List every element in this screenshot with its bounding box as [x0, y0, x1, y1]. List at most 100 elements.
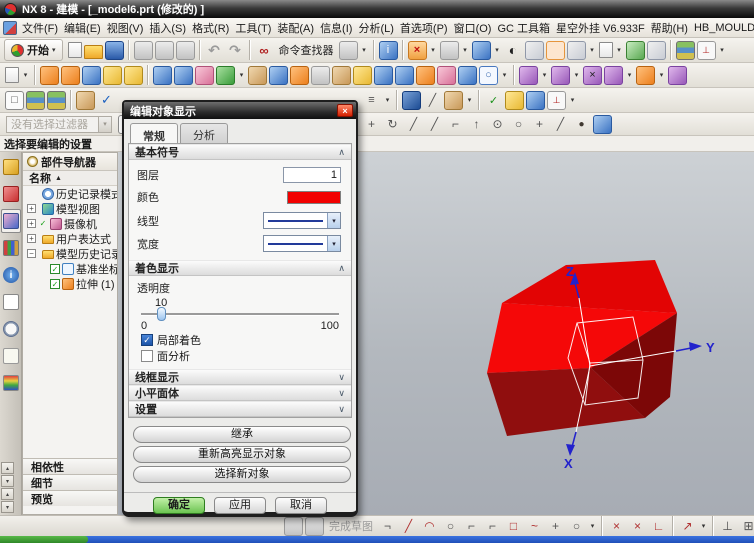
section-shaded-display[interactable]: 着色显示 ∧ [129, 260, 351, 276]
menu-gc-toolbox[interactable]: GC 工具箱 [494, 18, 553, 38]
spreadsheet-icon[interactable] [526, 91, 545, 110]
arc-icon[interactable]: ◠ [420, 517, 439, 536]
corner-fillet-icon[interactable]: ⌐ [483, 517, 502, 536]
offset-face-icon[interactable] [668, 66, 687, 85]
pattern-feature-icon[interactable] [519, 66, 538, 85]
separator[interactable] [34, 65, 36, 85]
constraint-navigator-icon[interactable] [1, 182, 21, 206]
layer-input[interactable]: 1 [283, 167, 341, 183]
sketch-icon[interactable] [5, 67, 19, 83]
studio-spline-icon[interactable]: ~ [525, 517, 544, 536]
face-analysis-checkbox[interactable] [141, 350, 153, 362]
menu-edit[interactable]: 编辑(E) [61, 18, 104, 38]
expander-icon[interactable]: + [27, 234, 36, 243]
collapse-icon[interactable]: ∧ [338, 147, 345, 158]
scroll-up-button[interactable]: ▴ [1, 462, 14, 474]
profile-icon[interactable]: ¬ [378, 517, 397, 536]
copy-icon[interactable] [155, 41, 174, 60]
transparency-slider-thumb[interactable] [157, 307, 166, 321]
command-finder-glasses-icon[interactable]: ∞ [255, 41, 274, 60]
wireframe-view-icon[interactable] [525, 41, 544, 60]
snap-intersection-icon[interactable]: ↑ [467, 115, 486, 134]
panel-dependencies[interactable]: 相依性 [23, 458, 117, 474]
web-browser-icon[interactable] [1, 290, 21, 314]
rotate-handles-icon[interactable]: ↻ [383, 115, 402, 134]
menu-information[interactable]: 信息(I) [317, 18, 355, 38]
revolve-icon[interactable] [82, 66, 101, 85]
layer-settings-icon[interactable] [676, 41, 695, 60]
reuse-library-icon[interactable] [1, 236, 21, 260]
partial-shading-checkbox[interactable] [141, 334, 153, 346]
annotation-pen-icon[interactable]: ╱ [423, 91, 442, 110]
separator[interactable] [396, 90, 398, 110]
cancel-button[interactable]: 取消 [275, 497, 327, 514]
rectangle-icon[interactable]: □ [504, 517, 523, 536]
shaded-tool-icon[interactable] [593, 115, 612, 134]
menu-file[interactable]: 文件(F) [19, 18, 61, 38]
dropdown-arrow-icon[interactable]: ▾ [699, 517, 708, 536]
wireframe-sphere-icon[interactable]: ○ [479, 66, 498, 85]
fillet-icon[interactable]: ⌐ [462, 517, 481, 536]
command-finder-label[interactable]: 命令查找器 [276, 41, 337, 60]
ok-button[interactable]: 确定 [153, 497, 205, 514]
move-object-icon[interactable] [76, 91, 95, 110]
name-column-header[interactable]: 名称 ▲ [23, 171, 117, 186]
save-icon[interactable] [105, 41, 124, 60]
hd3d-tools-icon[interactable]: i [1, 263, 21, 287]
dropdown-arrow-icon[interactable]: ▾ [588, 41, 597, 60]
face-blend-icon[interactable] [395, 66, 414, 85]
dropdown-arrow-icon[interactable]: ▾ [657, 66, 666, 85]
snap-point-on-curve-icon[interactable]: ╱ [551, 115, 570, 134]
snap-point-on-face-icon[interactable]: ● [572, 115, 591, 134]
tree-item-extrude[interactable]: 拉伸 (1) [23, 276, 117, 291]
dropdown-arrow-icon[interactable]: ▾ [461, 41, 470, 60]
menu-assemblies[interactable]: 装配(A) [274, 18, 317, 38]
menu-view[interactable]: 视图(V) [104, 18, 147, 38]
cylinder-icon[interactable] [124, 66, 143, 85]
block-icon[interactable] [103, 66, 122, 85]
menu-tools[interactable]: 工具(T) [232, 18, 274, 38]
chamfer-icon[interactable] [353, 66, 372, 85]
move-face-icon[interactable]: × [583, 66, 602, 85]
linetype-dropdown[interactable]: ▾ [263, 212, 341, 229]
quick-extend-icon[interactable]: × [628, 517, 647, 536]
chevron-down-icon[interactable]: ▾ [327, 213, 340, 228]
pan-view-icon[interactable] [440, 41, 459, 60]
separator[interactable] [601, 516, 603, 536]
menu-preferences[interactable]: 首选项(P) [397, 18, 451, 38]
expander-icon[interactable]: + [27, 204, 36, 213]
dropdown-arrow-icon[interactable]: ▾ [383, 91, 392, 110]
scroll-top-button[interactable]: ▴ [1, 488, 14, 500]
fit-view-icon[interactable]: × [408, 41, 427, 60]
tree-item-datum-csys[interactable]: 基准坐标系 [23, 261, 117, 276]
mirror-feature-icon[interactable] [551, 66, 570, 85]
separator[interactable] [249, 40, 251, 60]
dropdown-arrow-icon[interactable]: ▾ [615, 41, 624, 60]
system-materials-icon[interactable] [1, 344, 21, 368]
geometric-constraints-icon[interactable]: ⊥ [718, 517, 737, 536]
expand-icon[interactable]: ∨ [338, 388, 345, 399]
shaded-view-icon[interactable] [472, 41, 491, 60]
layer-category-icon[interactable] [47, 91, 66, 110]
open-icon[interactable] [84, 45, 103, 59]
menu-analysis[interactable]: 分析(L) [355, 18, 396, 38]
tree-item-model-views[interactable]: + 模型视图 [23, 201, 117, 216]
offset-surface-icon[interactable] [458, 66, 477, 85]
redo-icon[interactable]: ↷ [226, 41, 245, 60]
linewidth-dropdown[interactable]: ▾ [263, 235, 341, 252]
separator[interactable] [513, 65, 515, 85]
clip-section-icon[interactable] [626, 41, 645, 60]
boss-icon[interactable] [174, 66, 193, 85]
slider-track[interactable] [141, 313, 339, 316]
split-body-icon[interactable] [332, 66, 351, 85]
select-new-button[interactable]: 选择新对象 [133, 466, 351, 483]
navigator-pin-icon[interactable] [27, 156, 38, 167]
expander-icon[interactable]: + [27, 219, 36, 228]
paste-icon[interactable] [176, 41, 195, 60]
separator[interactable] [70, 90, 72, 110]
dropdown-arrow-icon[interactable]: ▾ [500, 66, 509, 85]
menu-hb-mould[interactable]: HB_MOULD M6.6 [691, 20, 754, 36]
scroll-bottom-button[interactable]: ▾ [1, 501, 14, 513]
undo-icon[interactable]: ↶ [205, 41, 224, 60]
dropdown-arrow-icon[interactable]: ▾ [360, 41, 369, 60]
